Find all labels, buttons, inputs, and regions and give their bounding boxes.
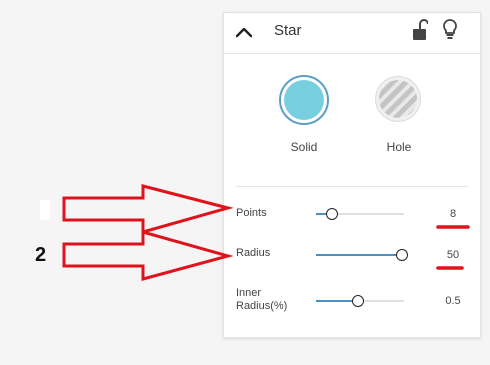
panel-title: Star <box>274 22 302 39</box>
inner-radius-slider[interactable] <box>316 295 404 307</box>
points-slider-thumb[interactable] <box>326 208 338 220</box>
radius-row: Radius 50 <box>236 247 472 277</box>
lightbulb-icon[interactable] <box>441 18 459 40</box>
points-value[interactable]: 8 <box>440 208 466 220</box>
solid-label: Solid <box>290 140 318 154</box>
radius-slider-thumb[interactable] <box>396 249 408 261</box>
unlock-icon[interactable] <box>412 19 428 41</box>
hole-option[interactable]: Hole <box>369 73 429 163</box>
radius-label: Radius <box>236 247 271 259</box>
points-row: Points 8 <box>236 206 472 236</box>
annotation-label-1 <box>40 200 50 220</box>
hole-label: Hole <box>386 140 412 154</box>
solid-swatch[interactable] <box>279 75 329 125</box>
divider <box>236 186 468 187</box>
annotation-label-2: 2 <box>35 244 47 266</box>
inner-radius-label: Inner Radius(%) <box>236 287 288 312</box>
inner-radius-slider-thumb[interactable] <box>352 295 364 307</box>
hole-swatch[interactable] <box>375 76 421 122</box>
solid-option[interactable]: Solid <box>274 73 334 163</box>
radius-slider[interactable] <box>316 249 408 261</box>
inner-radius-value[interactable]: 0.5 <box>440 295 466 307</box>
points-slider[interactable] <box>316 208 404 220</box>
inner-radius-row: Inner Radius(%) 0.5 <box>236 287 472 317</box>
points-label: Points <box>236 207 267 219</box>
panel-header: Star <box>224 13 480 54</box>
chevron-up-icon[interactable] <box>234 23 254 41</box>
arrow-points <box>62 184 234 234</box>
radius-value[interactable]: 50 <box>440 249 466 261</box>
arrow-radius <box>62 230 234 281</box>
star-properties-panel: Star Solid Hole Points 8 Radius 50 Inner… <box>223 12 481 338</box>
